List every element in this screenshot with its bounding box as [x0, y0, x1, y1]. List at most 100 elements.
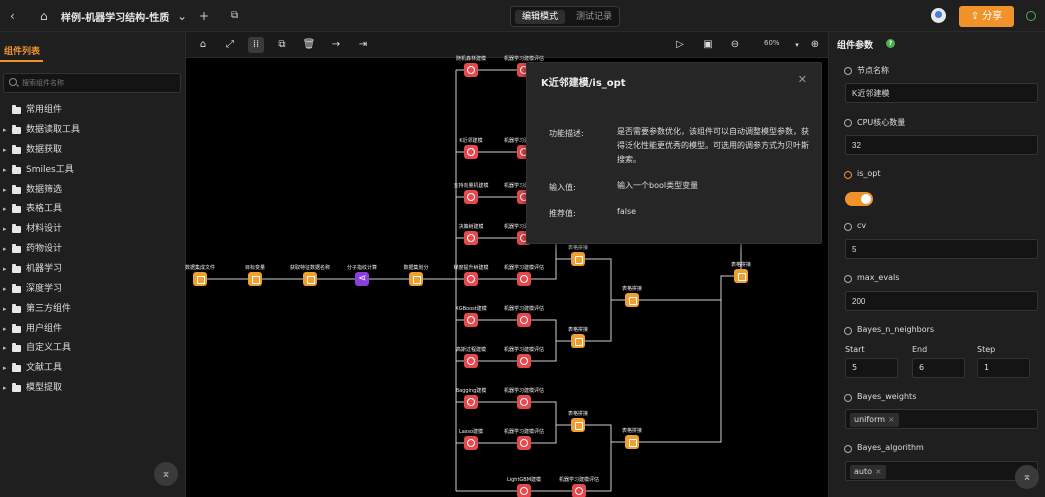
expand-icon[interactable]: ▸ [3, 359, 7, 377]
share-button[interactable]: ⇪ 分享 [959, 6, 1014, 27]
expand-icon[interactable]: ▸ [3, 121, 7, 139]
category-2[interactable]: ▸ 数据获取 [0, 141, 186, 159]
workflow-node[interactable] [464, 145, 478, 159]
workflow-node[interactable] [464, 313, 478, 327]
workflow-node[interactable] [464, 63, 478, 77]
workflow-node[interactable] [517, 484, 531, 497]
node-label: Lasso建模 [458, 429, 484, 435]
category-4[interactable]: ▸ 数据筛选 [0, 181, 186, 199]
workflow-node[interactable] [571, 334, 585, 348]
expand-icon[interactable]: ▸ [3, 320, 7, 338]
workflow-node[interactable] [464, 436, 478, 450]
expand-icon[interactable]: ▸ [3, 240, 7, 258]
clock-icon [844, 223, 852, 231]
remove-tag-icon[interactable]: × [875, 467, 882, 476]
workflow-node[interactable] [734, 269, 748, 283]
category-8[interactable]: ▸ 机器学习 [0, 260, 186, 278]
category-1[interactable]: ▸ 数据读取工具 [0, 121, 186, 139]
home-icon[interactable]: ⌂ [40, 8, 48, 24]
avatar[interactable] [931, 8, 946, 23]
cpu-label: CPU核心数量 [857, 118, 906, 127]
collapse-up-icon[interactable]: ⌅ [154, 462, 178, 486]
ba-tag-text: auto [854, 467, 873, 476]
workflow-node[interactable] [572, 484, 586, 497]
start-input[interactable]: 5 [845, 358, 898, 378]
workflow-node[interactable] [355, 272, 369, 286]
category-14[interactable]: ▸ 模型提取 [0, 379, 186, 397]
remove-tag-icon[interactable]: × [888, 415, 895, 424]
folder-icon [12, 244, 21, 253]
copy-icon[interactable]: ⧉ [231, 8, 238, 24]
workflow-node[interactable] [517, 436, 531, 450]
close-icon[interactable]: ✕ [798, 73, 807, 86]
node-label: 随机森林建模 [455, 56, 487, 62]
expand-icon[interactable]: ▸ [3, 379, 7, 397]
chevron-down-icon[interactable]: ⌄ [177, 8, 187, 24]
workflow-node[interactable] [517, 395, 531, 409]
cv-input[interactable] [845, 239, 1038, 259]
workflow-node[interactable] [464, 354, 478, 368]
expand-icon[interactable]: ▸ [3, 280, 7, 298]
end-input[interactable]: 6 [912, 358, 965, 378]
bw-select[interactable]: uniform × [845, 409, 1038, 429]
workflow-node[interactable] [571, 418, 585, 432]
search-icon [9, 78, 17, 86]
node-label: 表格拼接 [567, 327, 589, 333]
workflow-node[interactable] [464, 231, 478, 245]
category-0[interactable]: 常用组件 [0, 101, 186, 119]
expand-icon[interactable]: ▸ [3, 220, 7, 238]
ba-select[interactable]: auto × [845, 461, 1038, 481]
expand-icon[interactable]: ▸ [3, 339, 7, 357]
expand-icon[interactable]: ▸ [3, 300, 7, 318]
node-label: 表格拼接 [730, 262, 752, 268]
node-label: 目标变量 [244, 265, 266, 271]
expand-icon[interactable]: ▸ [3, 181, 7, 199]
category-10[interactable]: ▸ 第三方组件 [0, 300, 186, 318]
expand-icon[interactable]: ▸ [3, 260, 7, 278]
category-6[interactable]: ▸ 材料设计 [0, 220, 186, 238]
tab-edit-mode[interactable]: 编辑模式 [515, 10, 565, 24]
step-input[interactable]: 1 [977, 358, 1030, 378]
workflow-node[interactable] [517, 354, 531, 368]
share-icon: ⇪ [970, 11, 980, 22]
connection-wire [578, 258, 632, 301]
workflow-node[interactable] [625, 293, 639, 307]
search-input[interactable] [3, 73, 181, 93]
workflow-node[interactable] [409, 272, 423, 286]
workflow-node[interactable] [193, 272, 207, 286]
max-evals-input[interactable] [845, 291, 1038, 311]
workflow-node[interactable] [464, 272, 478, 286]
is-opt-toggle[interactable] [845, 192, 873, 206]
category-12[interactable]: ▸ 自定义工具 [0, 339, 186, 357]
workflow-node[interactable] [625, 435, 639, 449]
category-5[interactable]: ▸ 表格工具 [0, 200, 186, 218]
expand-icon[interactable]: ▸ [3, 200, 7, 218]
category-11[interactable]: ▸ 用户组件 [0, 320, 186, 338]
collapse-up-icon[interactable]: ⌅ [1015, 465, 1039, 489]
workflow-node[interactable] [303, 272, 317, 286]
node-label: 机器学习建模评估 [503, 388, 545, 394]
cpu-input[interactable] [845, 135, 1038, 155]
workflow-node[interactable] [571, 252, 585, 266]
workflow-node[interactable] [464, 395, 478, 409]
node-name-input[interactable] [845, 83, 1038, 103]
workflow-node[interactable] [517, 272, 531, 286]
chevron-left-icon[interactable]: ‹ [10, 8, 15, 24]
workflow-node[interactable] [248, 272, 262, 286]
workflow-node[interactable] [517, 313, 531, 327]
folder-icon [12, 145, 21, 154]
category-7[interactable]: ▸ 药物设计 [0, 240, 186, 258]
tab-test-records[interactable]: 测试记录 [569, 10, 619, 24]
node-label: 机器学习建模评估 [503, 347, 545, 353]
category-3[interactable]: ▸ Smiles工具 [0, 161, 186, 179]
category-9[interactable]: ▸ 深度学习 [0, 280, 186, 298]
expand-icon[interactable]: ▸ [3, 141, 7, 159]
expand-icon[interactable]: ▸ [3, 161, 7, 179]
category-label: 数据筛选 [26, 185, 63, 195]
category-13[interactable]: ▸ 文献工具 [0, 359, 186, 377]
workflow-node[interactable] [464, 190, 478, 204]
node-label: LightGBM建模 [506, 477, 542, 483]
plus-icon[interactable]: + [199, 8, 209, 24]
help-icon[interactable]: ? [886, 39, 895, 48]
category-label: 模型提取 [26, 383, 63, 393]
